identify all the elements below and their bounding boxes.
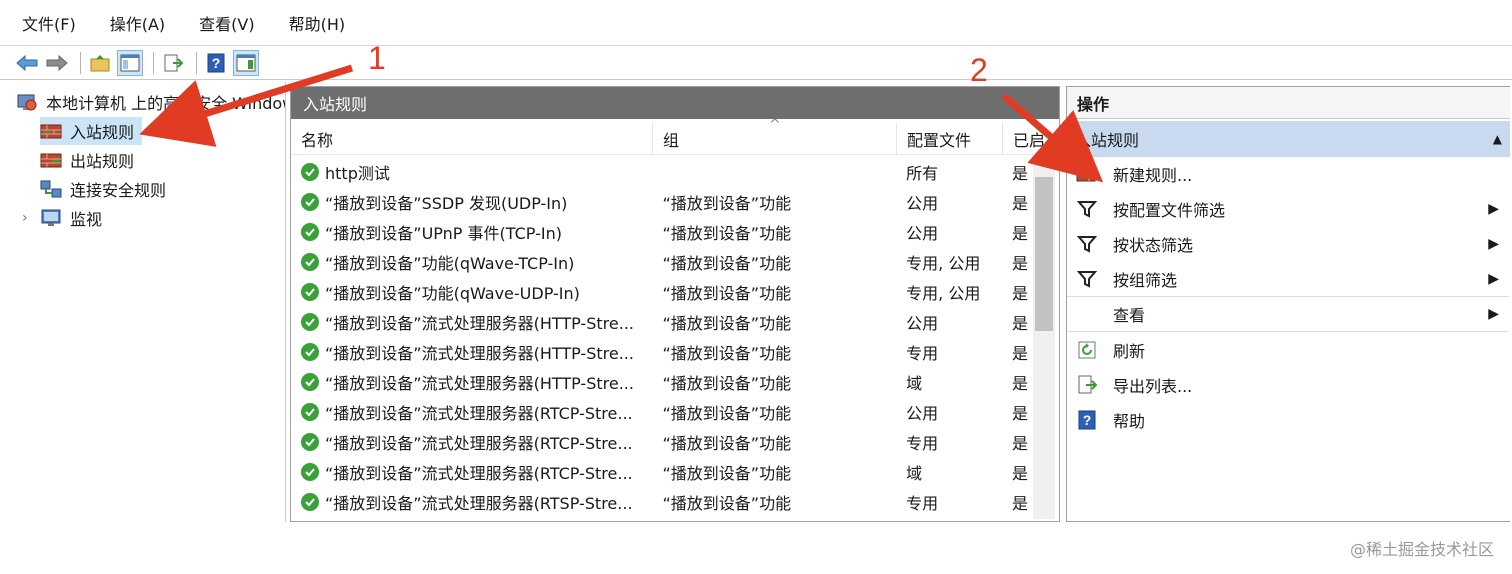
watermark: @稀土掘金技术社区 [1349, 540, 1494, 559]
annotation-arrow-1 [139, 64, 354, 147]
annotation-arrow-2 [1001, 93, 1104, 183]
annotation-number-1: 1 [368, 40, 386, 76]
annotation-number-2: 2 [970, 52, 988, 88]
annotation-arrows [139, 64, 1104, 183]
